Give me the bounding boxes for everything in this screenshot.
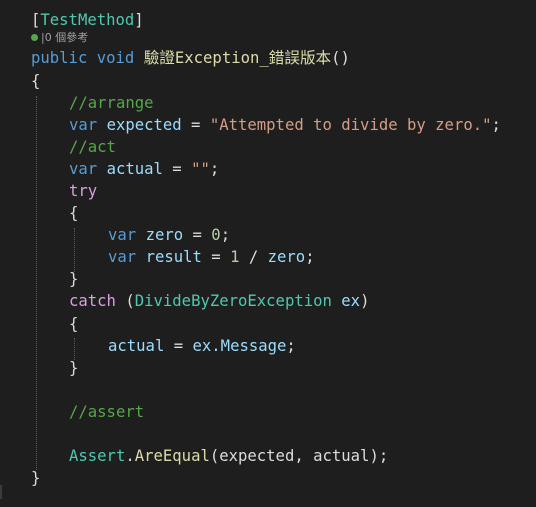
semicolon: ;	[491, 116, 501, 134]
operator: =	[181, 116, 210, 134]
operator: =	[201, 248, 231, 266]
semicolon: ;	[286, 337, 296, 355]
operator: /	[239, 248, 268, 266]
brace: }	[31, 469, 41, 487]
bracket: ]	[134, 11, 144, 29]
code-editor[interactable]: [TestMethod] |0 個參考 public void 驗證Except…	[0, 0, 536, 507]
number-literal: 0	[211, 226, 221, 244]
code-line-close-brace[interactable]: }	[31, 467, 40, 489]
brace: }	[69, 359, 79, 377]
variable-expected[interactable]: expected	[107, 116, 182, 134]
brace: {	[69, 204, 79, 222]
variable-zero[interactable]: zero	[268, 248, 306, 266]
code-line-comment-act[interactable]: //act	[69, 136, 116, 158]
brace: }	[69, 270, 79, 288]
keyword-var: var	[69, 160, 98, 178]
brace: {	[69, 315, 79, 333]
method-arguments: (expected, actual);	[209, 447, 389, 465]
brace: {	[31, 72, 41, 90]
operator: =	[162, 160, 192, 178]
semicolon: ;	[220, 226, 231, 244]
indent-guide	[36, 96, 37, 470]
code-line-method-signature[interactable]: public void 驗證Exception_錯誤版本()	[31, 47, 350, 69]
paren: (	[115, 292, 135, 310]
operator: =	[164, 337, 193, 355]
code-line-zero[interactable]: var zero = 0;	[108, 224, 230, 246]
bracket: [	[31, 11, 41, 29]
keyword-var: var	[108, 226, 137, 244]
operator: =	[183, 226, 212, 244]
code-line-try-open[interactable]: {	[69, 202, 78, 224]
code-line-open-brace[interactable]: {	[31, 70, 40, 92]
keyword-var: var	[108, 248, 137, 266]
indent-guide	[74, 228, 75, 272]
code-line-catch[interactable]: catch (DivideByZeroException ex)	[69, 290, 369, 312]
variable-actual[interactable]: actual	[107, 160, 163, 178]
gutter-marker	[0, 485, 8, 499]
code-line-comment-arrange[interactable]: //arrange	[69, 92, 154, 114]
method-params: ()	[331, 49, 350, 67]
code-line-result[interactable]: var result = 1 / zero;	[108, 246, 315, 268]
code-line-actual[interactable]: var actual = "";	[69, 158, 219, 180]
keyword-var: var	[69, 116, 98, 134]
code-line-try-close[interactable]: }	[69, 268, 78, 290]
variable-ex[interactable]: ex	[341, 292, 360, 310]
method-are-equal[interactable]: AreEqual	[135, 447, 210, 465]
variable-zero[interactable]: zero	[146, 226, 184, 244]
paren: )	[360, 292, 370, 310]
references-count[interactable]: 0 個參考	[45, 31, 89, 44]
test-status-icon	[31, 34, 38, 41]
code-line-assert[interactable]: Assert.AreEqual(expected, actual);	[69, 445, 388, 467]
member-access-message[interactable]: ex.Message	[193, 337, 287, 355]
class-assert[interactable]: Assert	[69, 447, 125, 465]
string-literal: ""	[191, 160, 210, 178]
keyword-void: void	[96, 49, 135, 67]
dot: .	[125, 447, 135, 465]
code-line-expected[interactable]: var expected = "Attempted to divide by z…	[69, 114, 501, 136]
code-line-comment-assert[interactable]: //assert	[69, 401, 144, 423]
keyword-try: try	[69, 182, 98, 200]
keyword-catch: catch	[69, 292, 116, 310]
variable-result[interactable]: result	[146, 248, 202, 266]
method-name[interactable]: 驗證Exception_錯誤版本	[144, 49, 331, 67]
type-divide-by-zero-exception[interactable]: DivideByZeroException	[135, 292, 332, 310]
comment: //assert	[69, 403, 145, 421]
semicolon: ;	[305, 248, 315, 266]
code-line-catch-open[interactable]: {	[69, 313, 78, 335]
codelens-references[interactable]: |0 個參考	[31, 30, 88, 46]
comment: //act	[69, 138, 116, 156]
semicolon: ;	[209, 160, 220, 178]
code-line-try[interactable]: try	[69, 180, 97, 202]
comment: //arrange	[69, 94, 154, 112]
code-line-assign-message[interactable]: actual = ex.Message;	[108, 335, 296, 357]
keyword-public: public	[31, 49, 88, 67]
variable-actual[interactable]: actual	[108, 337, 164, 355]
attribute-name[interactable]: TestMethod	[40, 11, 134, 29]
code-line-catch-close[interactable]: }	[69, 357, 78, 379]
string-literal: "Attempted to divide by zero."	[209, 116, 492, 134]
code-line-attribute[interactable]: [TestMethod]	[31, 9, 144, 31]
